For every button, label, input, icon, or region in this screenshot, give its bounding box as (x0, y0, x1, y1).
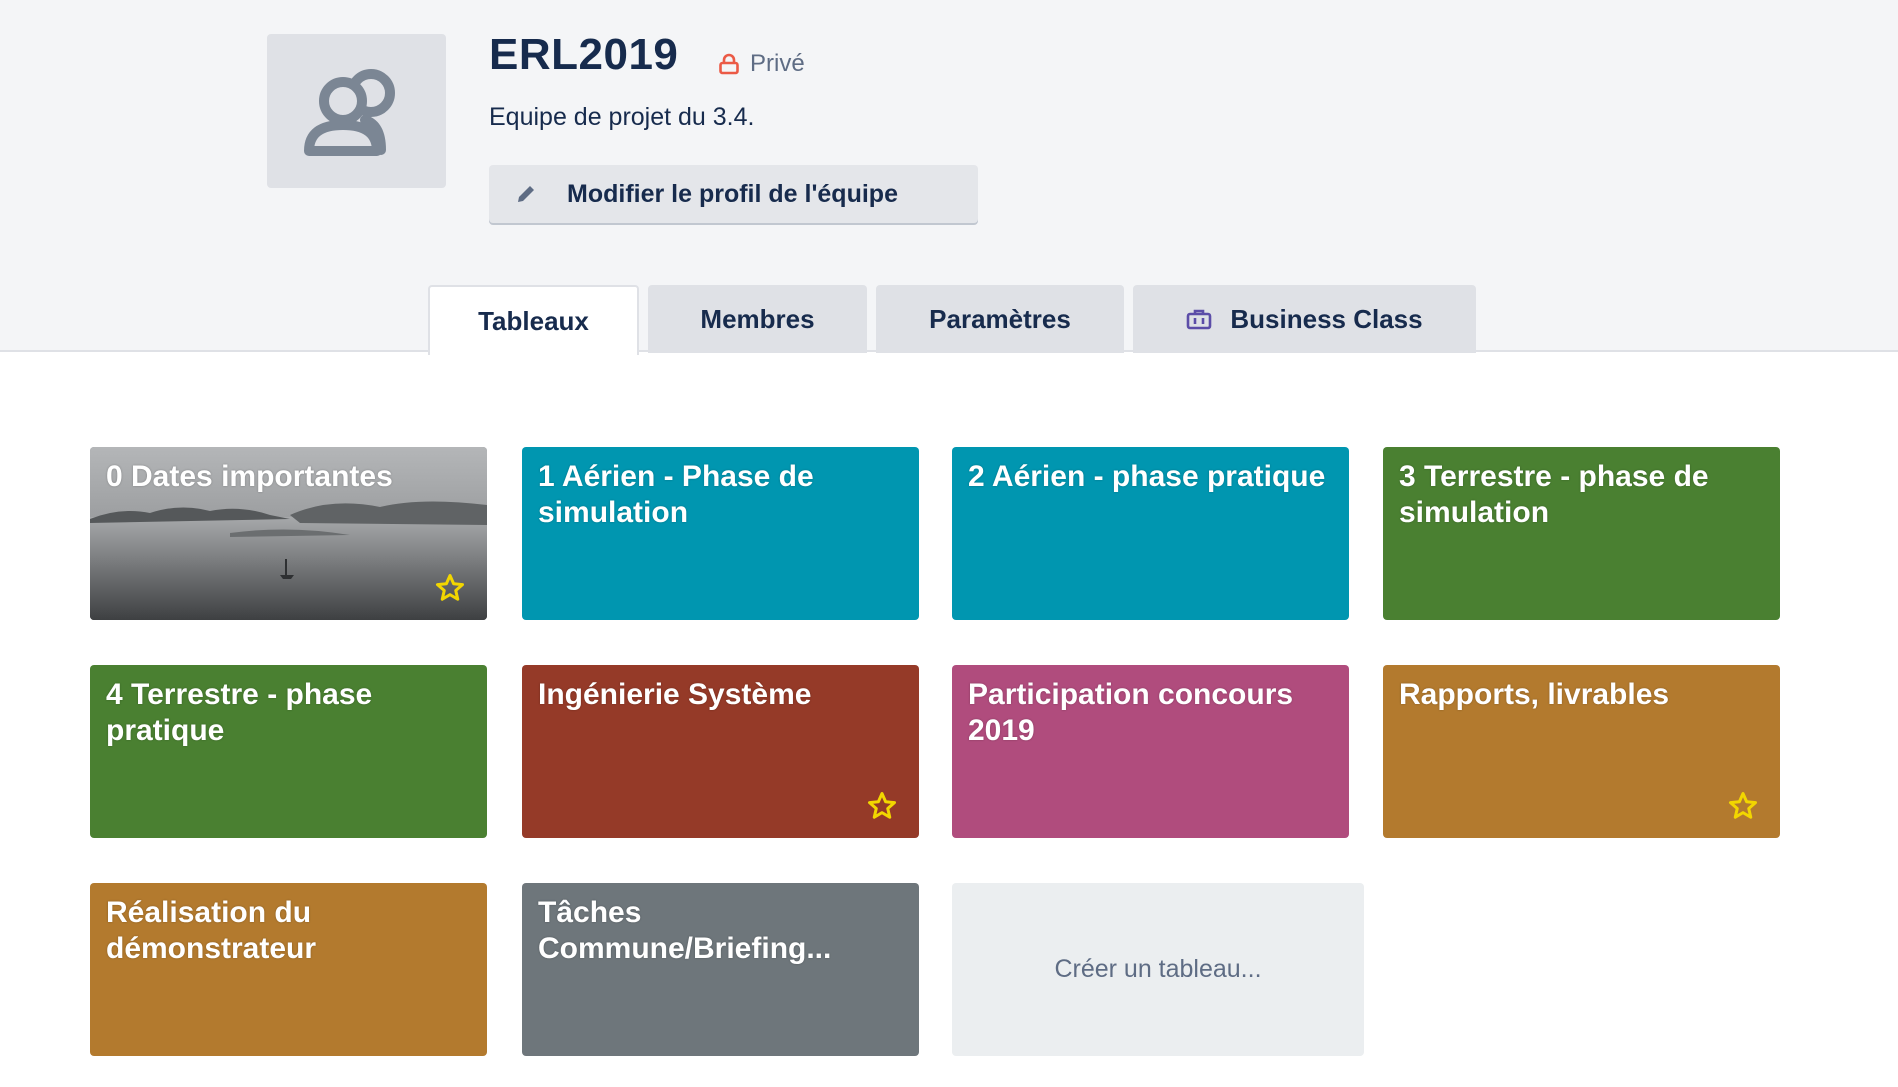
create-board-label: Créer un tableau... (1054, 955, 1262, 983)
tab-parametres-label: Paramètres (929, 303, 1071, 334)
team-description: Equipe de projet du 3.4. (489, 103, 755, 131)
board-title: Rapports, livrables (1399, 678, 1670, 711)
board-title: Tâches Commune/Briefing... (538, 896, 832, 965)
star-icon[interactable] (435, 573, 465, 603)
board-tile[interactable]: Réalisation du démonstrateur (90, 883, 487, 1056)
privacy-indicator[interactable]: Privé (718, 50, 805, 78)
star-icon[interactable] (867, 791, 897, 821)
tab-membres-label: Membres (700, 303, 815, 334)
board-title: 2 Aérien - phase pratique (968, 460, 1326, 493)
board-tile[interactable]: 1 Aérien - Phase de simulation (522, 447, 919, 620)
board-tile[interactable]: Tâches Commune/Briefing... (522, 883, 919, 1056)
board-title: Réalisation du démonstrateur (106, 896, 317, 965)
board-tile[interactable]: 3 Terrestre - phase de simulation (1383, 447, 1780, 620)
team-avatar (267, 34, 446, 188)
board-tile[interactable]: 4 Terrestre - phase pratique (90, 665, 487, 838)
board-title: Participation concours 2019 (968, 678, 1294, 747)
tab-membres[interactable]: Membres (648, 285, 867, 353)
pencil-icon (518, 186, 534, 202)
board-tile[interactable]: Participation concours 2019 (952, 665, 1349, 838)
tab-tableaux[interactable]: Tableaux (428, 285, 639, 355)
tab-business-class-label: Business Class (1230, 303, 1423, 334)
team-name: ERL2019 (489, 30, 679, 79)
board-title: 3 Terrestre - phase de simulation (1399, 460, 1709, 529)
star-icon[interactable] (1728, 791, 1758, 821)
tab-tableaux-label: Tableaux (478, 305, 589, 336)
team-icon (303, 69, 395, 156)
edit-team-profile-label: Modifier le profil de l'équipe (567, 179, 898, 208)
board-tile[interactable]: 0 Dates importantes (90, 447, 487, 620)
edit-team-profile-button[interactable]: Modifier le profil de l'équipe (489, 165, 978, 223)
board-tile[interactable]: 2 Aérien - phase pratique (952, 447, 1349, 620)
board-title: 1 Aérien - Phase de simulation (538, 460, 814, 529)
privacy-label: Privé (750, 50, 805, 77)
board-title: 0 Dates importantes (106, 460, 393, 493)
board-tile[interactable]: Rapports, livrables (1383, 665, 1780, 838)
board-title: Ingénierie Système (538, 678, 812, 711)
board-tile[interactable]: Ingénierie Système (522, 665, 919, 838)
tab-business-class[interactable]: Business Class (1133, 285, 1476, 353)
create-board-button[interactable]: Créer un tableau... (952, 883, 1364, 1056)
lock-icon (719, 53, 739, 75)
team-header: ERL2019 Privé Equipe de projet du 3.4. M… (0, 0, 1898, 355)
board-title: 4 Terrestre - phase pratique (106, 678, 373, 747)
briefcase-icon (1187, 309, 1212, 330)
tab-parametres[interactable]: Paramètres (876, 285, 1124, 353)
